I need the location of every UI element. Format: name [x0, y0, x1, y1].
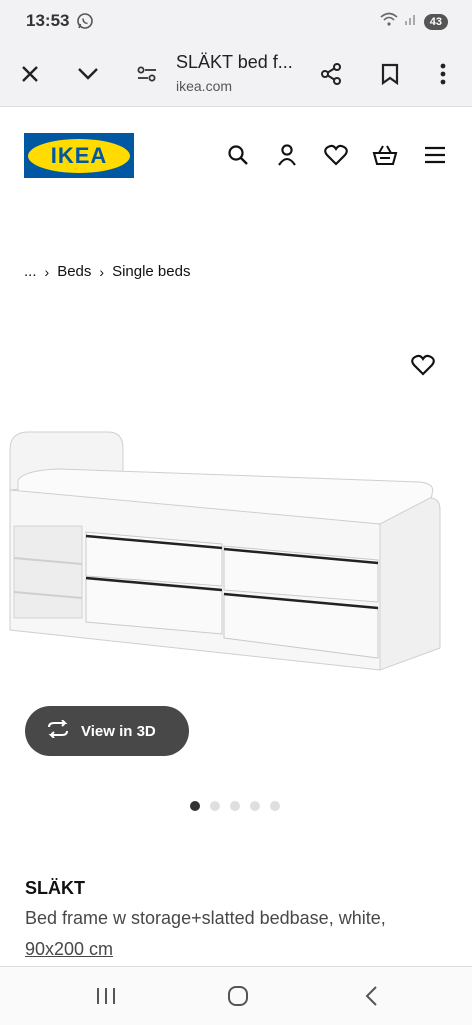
system-navigation-bar — [0, 966, 472, 1025]
site-header: IKEA — [0, 107, 472, 207]
carousel-dot[interactable] — [230, 801, 240, 811]
chevron-down-icon[interactable] — [72, 58, 104, 90]
carousel-dot[interactable] — [190, 801, 200, 811]
breadcrumb-ellipsis[interactable]: ... — [24, 263, 37, 280]
ikea-logo[interactable]: IKEA — [24, 133, 134, 178]
home-icon[interactable] — [223, 981, 253, 1011]
logo-text: IKEA — [50, 142, 108, 168]
status-bar: 13:53 43 — [0, 0, 472, 44]
image-carousel-dots — [190, 801, 280, 811]
signal-icon — [404, 12, 418, 31]
cart-icon[interactable] — [371, 141, 399, 169]
status-time: 13:53 — [26, 11, 70, 30]
share-icon[interactable] — [315, 58, 347, 90]
close-icon[interactable] — [14, 58, 46, 90]
search-icon[interactable] — [224, 141, 252, 169]
recent-apps-icon[interactable] — [91, 981, 121, 1011]
carousel-dot[interactable] — [210, 801, 220, 811]
product-description: Bed frame w storage+slatted bedbase, whi… — [25, 908, 386, 928]
more-options-icon[interactable] — [427, 58, 459, 90]
back-icon[interactable] — [356, 981, 386, 1011]
view-in-3d-label: View in 3D — [81, 722, 156, 740]
product-image[interactable] — [0, 330, 472, 700]
carousel-dot[interactable] — [250, 801, 260, 811]
chevron-right-icon: › — [44, 263, 50, 280]
site-settings-icon[interactable] — [131, 58, 163, 90]
breadcrumb-beds[interactable]: Beds — [57, 263, 91, 280]
heart-icon[interactable] — [322, 141, 350, 169]
page-title[interactable]: SLÄKT bed f... — [176, 52, 293, 73]
product-size-link[interactable]: 90x200 cm — [25, 939, 113, 960]
rotate-3d-icon — [45, 719, 71, 742]
battery-level: 43 — [423, 13, 448, 30]
status-indicators: 43 — [380, 12, 448, 31]
page-url[interactable]: ikea.com — [176, 78, 232, 94]
wifi-icon — [380, 12, 398, 31]
breadcrumb: ... › Beds › Single beds — [24, 263, 190, 280]
whatsapp-icon — [76, 12, 94, 30]
menu-icon[interactable] — [421, 141, 449, 169]
browser-toolbar: SLÄKT bed f... ikea.com — [0, 44, 472, 107]
bookmark-icon[interactable] — [374, 58, 406, 90]
favourite-heart-icon[interactable] — [408, 350, 438, 380]
view-in-3d-button[interactable]: View in 3D — [25, 706, 189, 756]
profile-icon[interactable] — [273, 141, 301, 169]
carousel-dot[interactable] — [270, 801, 280, 811]
product-name: SLÄKT — [25, 878, 85, 898]
chevron-right-icon: › — [99, 263, 105, 280]
breadcrumb-single-beds[interactable]: Single beds — [112, 263, 190, 280]
